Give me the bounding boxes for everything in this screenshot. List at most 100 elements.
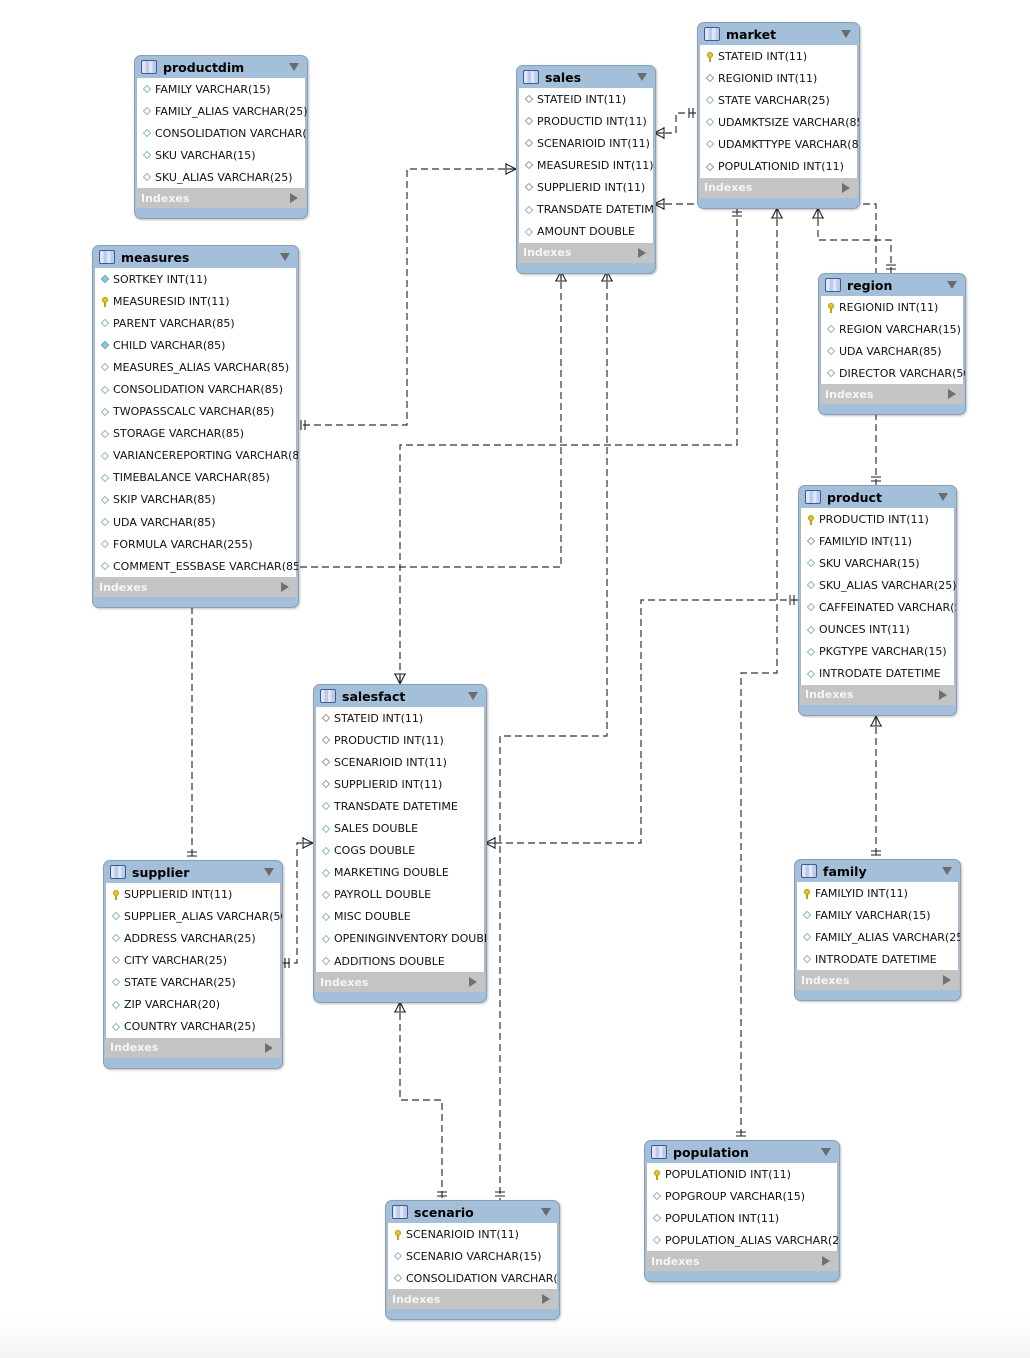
expand-arrow-icon[interactable] bbox=[943, 975, 951, 986]
column-row[interactable]: DIRECTOR VARCHAR(50) bbox=[821, 362, 965, 384]
column-row[interactable]: SKU_ALIAS VARCHAR(25) bbox=[801, 574, 956, 596]
column-row[interactable]: PRODUCTID INT(11) bbox=[519, 110, 653, 132]
column-row[interactable]: SCENARIOID INT(11) bbox=[316, 751, 484, 773]
expand-arrow-icon[interactable] bbox=[842, 182, 850, 193]
table-sales[interactable]: sales STATEID INT(11) PRODUCTID INT(11) SCE… bbox=[516, 65, 656, 274]
collapse-triangle-icon[interactable] bbox=[289, 63, 299, 71]
column-row[interactable]: FAMILY_ALIAS VARCHAR(25) bbox=[797, 926, 960, 948]
indexes-section[interactable]: Indexes bbox=[94, 577, 297, 598]
collapse-triangle-icon[interactable] bbox=[942, 867, 952, 875]
column-row[interactable]: SKU_ALIAS VARCHAR(25) bbox=[137, 166, 305, 188]
column-row[interactable]: POPGROUP VARCHAR(15) bbox=[647, 1185, 837, 1207]
expand-arrow-icon[interactable] bbox=[939, 689, 947, 700]
table-header[interactable]: family bbox=[795, 860, 960, 882]
table-population[interactable]: population POPULATIONID INT(11) POPGROUP V… bbox=[644, 1140, 840, 1283]
table-family[interactable]: family FAMILYID INT(11) FAMILY VARCHAR(15)… bbox=[794, 859, 961, 1002]
table-market[interactable]: market STATEID INT(11) REGIONID INT(11) STA… bbox=[697, 22, 860, 209]
expand-arrow-icon[interactable] bbox=[638, 247, 646, 258]
column-row[interactable]: ADDITIONS DOUBLE bbox=[316, 950, 484, 972]
column-row[interactable]: PRODUCTID INT(11) bbox=[316, 729, 484, 751]
column-row[interactable]: STATEID INT(11) bbox=[700, 45, 857, 67]
column-row[interactable]: ADDRESS VARCHAR(25) bbox=[106, 927, 280, 949]
column-row[interactable]: FAMILY VARCHAR(15) bbox=[797, 904, 958, 926]
column-row[interactable]: SKU VARCHAR(15) bbox=[137, 144, 305, 166]
indexes-section[interactable]: Indexes bbox=[315, 972, 485, 993]
column-row[interactable]: CONSOLIDATION VARCHAR(1) bbox=[388, 1267, 559, 1289]
table-header[interactable]: productdim bbox=[135, 56, 307, 78]
column-row[interactable]: PAYROLL DOUBLE bbox=[316, 884, 484, 906]
column-row[interactable]: STATEID INT(11) bbox=[519, 88, 653, 110]
collapse-triangle-icon[interactable] bbox=[468, 692, 478, 700]
column-row[interactable]: SKIP VARCHAR(85) bbox=[95, 489, 296, 511]
indexes-section[interactable]: Indexes bbox=[800, 684, 955, 705]
column-row[interactable]: SORTKEY INT(11) bbox=[95, 268, 296, 290]
column-row[interactable]: MEASURESID INT(11) bbox=[95, 290, 296, 312]
collapse-triangle-icon[interactable] bbox=[280, 253, 290, 261]
column-row[interactable]: PKGTYPE VARCHAR(15) bbox=[801, 641, 954, 663]
column-row[interactable]: FORMULA VARCHAR(255) bbox=[95, 533, 296, 555]
column-row[interactable]: STATEID INT(11) bbox=[316, 707, 484, 729]
column-row[interactable]: UDAMKTSIZE VARCHAR(85) bbox=[700, 111, 859, 133]
column-row[interactable]: STORAGE VARCHAR(85) bbox=[95, 423, 296, 445]
collapse-triangle-icon[interactable] bbox=[938, 493, 948, 501]
table-header[interactable]: market bbox=[698, 23, 859, 45]
table-header[interactable]: population bbox=[645, 1141, 839, 1163]
column-row[interactable]: PARENT VARCHAR(85) bbox=[95, 312, 296, 334]
column-row[interactable]: MARKETING DOUBLE bbox=[316, 862, 484, 884]
indexes-section[interactable]: Indexes bbox=[820, 384, 964, 405]
table-measures[interactable]: measures SORTKEY INT(11) MEASURESID INT(11… bbox=[92, 245, 299, 609]
table-header[interactable]: salesfact bbox=[314, 685, 486, 707]
table-header[interactable]: product bbox=[799, 486, 956, 508]
column-row[interactable]: MISC DOUBLE bbox=[316, 906, 484, 928]
indexes-section[interactable]: Indexes bbox=[518, 242, 654, 263]
table-header[interactable]: sales bbox=[517, 66, 655, 88]
column-row[interactable]: AMOUNT DOUBLE bbox=[519, 221, 653, 243]
column-row[interactable]: VARIANCEREPORTING VARCHAR(85) bbox=[95, 445, 298, 467]
table-header[interactable]: region bbox=[819, 274, 965, 296]
column-row[interactable]: COMMENT_ESSBASE VARCHAR(85) bbox=[95, 555, 298, 577]
column-row[interactable]: FAMILYID INT(11) bbox=[797, 882, 958, 904]
column-row[interactable]: UDA VARCHAR(85) bbox=[821, 340, 963, 362]
expand-arrow-icon[interactable] bbox=[469, 977, 477, 988]
collapse-triangle-icon[interactable] bbox=[841, 30, 851, 38]
column-row[interactable]: FAMILYID INT(11) bbox=[801, 530, 954, 552]
column-row[interactable]: TRANSDATE DATETIME bbox=[316, 795, 484, 817]
column-row[interactable]: PRODUCTID INT(11) bbox=[801, 508, 954, 530]
table-product[interactable]: product PRODUCTID INT(11) FAMILYID INT(11)… bbox=[798, 485, 957, 716]
column-row[interactable]: CHILD VARCHAR(85) bbox=[95, 334, 296, 356]
indexes-section[interactable]: Indexes bbox=[387, 1289, 558, 1310]
collapse-triangle-icon[interactable] bbox=[264, 868, 274, 876]
column-row[interactable]: INTRODATE DATETIME bbox=[801, 663, 954, 685]
expand-arrow-icon[interactable] bbox=[822, 1256, 830, 1267]
column-row[interactable]: UDAMKTTYPE VARCHAR(85) bbox=[700, 133, 859, 155]
column-row[interactable]: SUPPLIERID INT(11) bbox=[106, 883, 280, 905]
expand-arrow-icon[interactable] bbox=[948, 389, 956, 400]
column-row[interactable]: SUPPLIERID INT(11) bbox=[519, 176, 653, 198]
column-row[interactable]: MEASURES_ALIAS VARCHAR(85) bbox=[95, 356, 296, 378]
expand-arrow-icon[interactable] bbox=[265, 1042, 273, 1053]
column-row[interactable]: SCENARIO VARCHAR(15) bbox=[388, 1245, 557, 1267]
column-row[interactable]: CONSOLIDATION VARCHAR(1) bbox=[137, 122, 307, 144]
table-scenario[interactable]: scenario SCENARIOID INT(11) SCENARIO VARCH… bbox=[385, 1200, 560, 1321]
column-row[interactable]: REGIONID INT(11) bbox=[821, 296, 963, 318]
column-row[interactable]: SALES DOUBLE bbox=[316, 817, 484, 839]
collapse-triangle-icon[interactable] bbox=[821, 1148, 831, 1156]
column-row[interactable]: POPULATIONID INT(11) bbox=[647, 1163, 837, 1185]
indexes-section[interactable]: Indexes bbox=[646, 1251, 838, 1272]
column-row[interactable]: CONSOLIDATION VARCHAR(85) bbox=[95, 378, 296, 400]
column-row[interactable]: TRANSDATE DATETIME bbox=[519, 198, 655, 220]
table-supplier[interactable]: supplier SUPPLIERID INT(11) SUPPLIER_ALIAS… bbox=[103, 860, 283, 1069]
table-header[interactable]: measures bbox=[93, 246, 298, 268]
column-row[interactable]: OPENINGINVENTORY DOUBLE bbox=[316, 928, 486, 950]
column-row[interactable]: COGS DOUBLE bbox=[316, 840, 484, 862]
column-row[interactable]: CITY VARCHAR(25) bbox=[106, 949, 280, 971]
collapse-triangle-icon[interactable] bbox=[947, 281, 957, 289]
expand-arrow-icon[interactable] bbox=[281, 582, 289, 593]
column-row[interactable]: SUPPLIERID INT(11) bbox=[316, 773, 484, 795]
column-row[interactable]: FAMILY VARCHAR(15) bbox=[137, 78, 305, 100]
column-row[interactable]: MEASURESID INT(11) bbox=[519, 154, 654, 176]
column-row[interactable]: POPULATION_ALIAS VARCHAR(25) bbox=[647, 1229, 839, 1251]
column-row[interactable]: COUNTRY VARCHAR(25) bbox=[106, 1016, 280, 1038]
column-row[interactable]: FAMILY_ALIAS VARCHAR(25) bbox=[137, 100, 307, 122]
column-row[interactable]: STATE VARCHAR(25) bbox=[106, 971, 280, 993]
